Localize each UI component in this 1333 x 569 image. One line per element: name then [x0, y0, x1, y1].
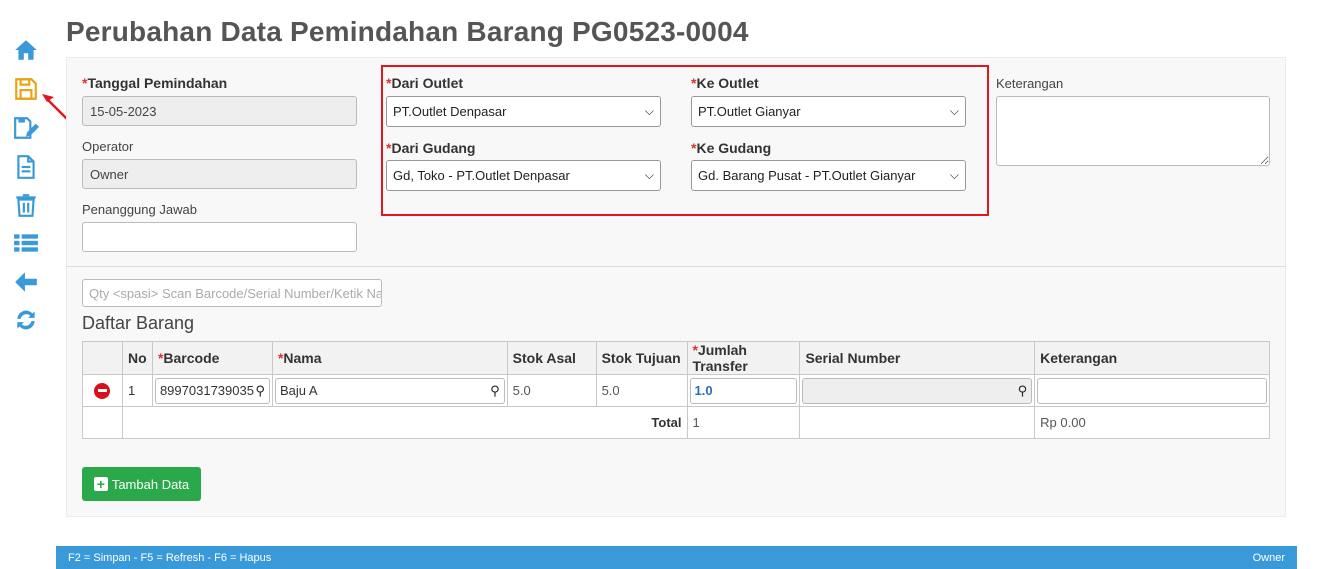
- trash-icon[interactable]: [12, 191, 40, 219]
- ke-outlet-label: *Ke Outlet: [691, 75, 759, 91]
- save-icon[interactable]: [12, 75, 40, 103]
- dari-outlet-label: *Dari Outlet: [386, 75, 464, 91]
- list-icon[interactable]: [12, 229, 40, 257]
- ke-gudang-label: *Ke Gudang: [691, 140, 772, 156]
- home-icon[interactable]: [12, 36, 40, 64]
- search-icon[interactable]: ⚲: [255, 383, 265, 399]
- dari-gudang-select[interactable]: Gd, Toko - PT.Outlet Denpasar ⌵: [386, 160, 661, 191]
- row-no: 1: [121, 374, 153, 407]
- plus-icon: +: [93, 477, 108, 491]
- operator-field[interactable]: Owner: [82, 159, 357, 189]
- col-keterangan: Keterangan: [1034, 341, 1270, 375]
- search-icon[interactable]: ⚲: [490, 383, 500, 399]
- shortcut-hints: F2 = Simpan - F5 = Refresh - F6 = Hapus: [68, 551, 272, 564]
- operator-label: Operator: [82, 139, 134, 154]
- barcode-value: 8997031739035: [159, 383, 254, 398]
- penanggung-label: Penanggung Jawab: [82, 202, 197, 217]
- remove-row-icon[interactable]: [94, 382, 111, 399]
- keterangan-input[interactable]: [1037, 377, 1267, 404]
- dari-gudang-label: *Dari Gudang: [386, 140, 476, 156]
- row-jumlah-cell: 1.0: [686, 374, 801, 407]
- row-nama-cell: Baju A ⚲: [271, 374, 508, 407]
- back-icon[interactable]: [12, 268, 40, 296]
- add-data-button[interactable]: + Tambah Data: [82, 467, 201, 501]
- row-barcode-cell: 8997031739035 ⚲: [151, 374, 273, 407]
- total-amount: Rp 0.00: [1034, 406, 1270, 439]
- total-empty-cell: [82, 406, 123, 439]
- nama-input[interactable]: Baju A ⚲: [274, 377, 505, 404]
- table-total-row: Total 1 Rp 0.00: [82, 406, 1270, 439]
- tanggal-label: *Tanggal Pemindahan: [82, 75, 228, 91]
- divider: [66, 266, 1286, 267]
- col-jumlah: *Jumlah Transfer: [686, 341, 801, 375]
- row-serial-cell: ⚲: [799, 374, 1036, 407]
- row-keterangan-cell: [1034, 374, 1270, 407]
- edit-icon[interactable]: [12, 114, 40, 142]
- total-qty: 1: [686, 406, 801, 439]
- col-no: No: [121, 341, 153, 375]
- col-serial: Serial Number: [799, 341, 1036, 375]
- dari-outlet-value: PT.Outlet Denpasar: [393, 104, 507, 119]
- ke-outlet-select[interactable]: PT.Outlet Gianyar ⌵: [691, 96, 966, 127]
- col-nama: *Nama: [271, 341, 508, 375]
- table-header: No *Barcode *Nama Stok Asal Stok Tujuan …: [82, 341, 1270, 375]
- footer-user: Owner: [1252, 551, 1285, 564]
- col-stok-tujuan: Stok Tujuan: [595, 341, 688, 375]
- nama-value: Baju A: [279, 383, 318, 398]
- page-title: Perubahan Data Pemindahan Barang PG0523-…: [66, 16, 749, 47]
- items-table: No *Barcode *Nama Stok Asal Stok Tujuan …: [82, 341, 1270, 439]
- table-row: 1 8997031739035 ⚲ Baju A ⚲ 5.0 5.0 1.0 ⚲: [82, 374, 1270, 407]
- total-serial-empty: [799, 406, 1036, 439]
- row-stok-tujuan: 5.0: [595, 374, 688, 407]
- ke-gudang-select[interactable]: Gd. Barang Pusat - PT.Outlet Gianyar ⌵: [691, 160, 966, 191]
- col-action: [82, 341, 123, 375]
- serial-input[interactable]: ⚲: [802, 377, 1033, 404]
- col-stok-asal: Stok Asal: [506, 341, 597, 375]
- status-footer: F2 = Simpan - F5 = Refresh - F6 = Hapus …: [56, 546, 1297, 569]
- col-barcode: *Barcode: [151, 341, 273, 375]
- chevron-down-icon: ⌵: [949, 104, 959, 118]
- jumlah-input[interactable]: 1.0: [689, 377, 798, 404]
- dari-gudang-value: Gd, Toko - PT.Outlet Denpasar: [393, 168, 570, 183]
- keterangan-textarea[interactable]: [996, 96, 1270, 166]
- section-title: Daftar Barang: [82, 313, 195, 333]
- chevron-down-icon: ⌵: [644, 168, 654, 182]
- document-icon[interactable]: [12, 153, 40, 181]
- search-icon[interactable]: ⚲: [1018, 383, 1028, 399]
- chevron-down-icon: ⌵: [949, 168, 959, 182]
- add-data-label: Tambah Data: [111, 476, 190, 492]
- refresh-icon[interactable]: [12, 306, 40, 334]
- keterangan-label: Keterangan: [996, 76, 1064, 91]
- total-label: Total: [121, 406, 688, 439]
- ke-outlet-value: PT.Outlet Gianyar: [698, 104, 801, 119]
- barcode-input[interactable]: 8997031739035 ⚲: [154, 377, 270, 404]
- chevron-down-icon: ⌵: [644, 104, 654, 118]
- tanggal-field[interactable]: 15-05-2023: [82, 96, 357, 126]
- ke-gudang-value: Gd. Barang Pusat - PT.Outlet Gianyar: [698, 168, 916, 183]
- row-stok-asal: 5.0: [506, 374, 597, 407]
- penanggung-field[interactable]: [82, 222, 357, 252]
- row-action-cell: [82, 374, 123, 407]
- dari-outlet-select[interactable]: PT.Outlet Denpasar ⌵: [386, 96, 661, 127]
- scan-input[interactable]: Qty <spasi> Scan Barcode/Serial Number/K…: [82, 279, 382, 307]
